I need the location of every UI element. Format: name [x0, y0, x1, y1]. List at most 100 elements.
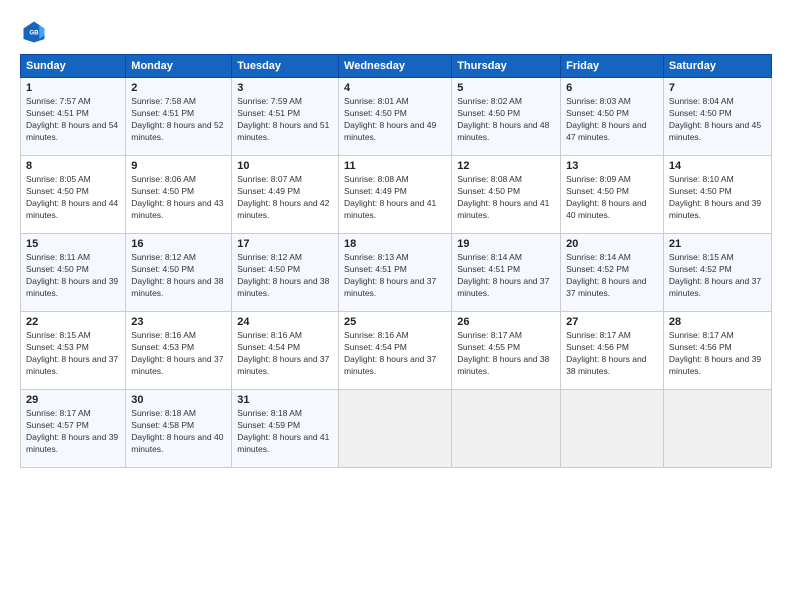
- day-cell: 3 Sunrise: 7:59 AMSunset: 4:51 PMDayligh…: [232, 78, 339, 156]
- day-cell: 10 Sunrise: 8:07 AMSunset: 4:49 PMDaylig…: [232, 156, 339, 234]
- day-info: Sunrise: 7:57 AMSunset: 4:51 PMDaylight:…: [26, 96, 118, 142]
- day-info: Sunrise: 8:17 AMSunset: 4:57 PMDaylight:…: [26, 408, 118, 454]
- day-info: Sunrise: 8:08 AMSunset: 4:50 PMDaylight:…: [457, 174, 549, 220]
- day-number: 17: [237, 238, 333, 250]
- day-cell: 20 Sunrise: 8:14 AMSunset: 4:52 PMDaylig…: [561, 234, 664, 312]
- day-number: 25: [344, 316, 446, 328]
- day-info: Sunrise: 8:18 AMSunset: 4:58 PMDaylight:…: [131, 408, 223, 454]
- day-number: 14: [669, 160, 766, 172]
- day-info: Sunrise: 8:07 AMSunset: 4:49 PMDaylight:…: [237, 174, 329, 220]
- week-row-2: 8 Sunrise: 8:05 AMSunset: 4:50 PMDayligh…: [21, 156, 772, 234]
- day-info: Sunrise: 8:01 AMSunset: 4:50 PMDaylight:…: [344, 96, 436, 142]
- day-number: 3: [237, 82, 333, 94]
- day-cell: 1 Sunrise: 7:57 AMSunset: 4:51 PMDayligh…: [21, 78, 126, 156]
- header-row: SundayMondayTuesdayWednesdayThursdayFrid…: [21, 55, 772, 78]
- day-number: 22: [26, 316, 120, 328]
- day-cell: 13 Sunrise: 8:09 AMSunset: 4:50 PMDaylig…: [561, 156, 664, 234]
- header-cell-sunday: Sunday: [21, 55, 126, 78]
- svg-text:GB: GB: [29, 30, 39, 37]
- day-info: Sunrise: 8:16 AMSunset: 4:54 PMDaylight:…: [344, 330, 436, 376]
- day-number: 19: [457, 238, 555, 250]
- day-number: 2: [131, 82, 226, 94]
- day-number: 7: [669, 82, 766, 94]
- day-info: Sunrise: 8:16 AMSunset: 4:53 PMDaylight:…: [131, 330, 223, 376]
- day-number: 10: [237, 160, 333, 172]
- day-info: Sunrise: 8:04 AMSunset: 4:50 PMDaylight:…: [669, 96, 761, 142]
- day-number: 31: [237, 394, 333, 406]
- day-info: Sunrise: 8:16 AMSunset: 4:54 PMDaylight:…: [237, 330, 329, 376]
- day-cell: 11 Sunrise: 8:08 AMSunset: 4:49 PMDaylig…: [339, 156, 452, 234]
- day-cell: 7 Sunrise: 8:04 AMSunset: 4:50 PMDayligh…: [663, 78, 771, 156]
- day-info: Sunrise: 8:14 AMSunset: 4:52 PMDaylight:…: [566, 252, 646, 298]
- header-cell-monday: Monday: [126, 55, 232, 78]
- day-cell: 18 Sunrise: 8:13 AMSunset: 4:51 PMDaylig…: [339, 234, 452, 312]
- header-cell-saturday: Saturday: [663, 55, 771, 78]
- day-info: Sunrise: 8:09 AMSunset: 4:50 PMDaylight:…: [566, 174, 646, 220]
- day-info: Sunrise: 8:06 AMSunset: 4:50 PMDaylight:…: [131, 174, 223, 220]
- header-cell-wednesday: Wednesday: [339, 55, 452, 78]
- day-info: Sunrise: 8:15 AMSunset: 4:53 PMDaylight:…: [26, 330, 118, 376]
- day-cell: 15 Sunrise: 8:11 AMSunset: 4:50 PMDaylig…: [21, 234, 126, 312]
- day-number: 9: [131, 160, 226, 172]
- day-cell: 8 Sunrise: 8:05 AMSunset: 4:50 PMDayligh…: [21, 156, 126, 234]
- day-number: 13: [566, 160, 658, 172]
- day-info: Sunrise: 8:12 AMSunset: 4:50 PMDaylight:…: [237, 252, 329, 298]
- week-row-4: 22 Sunrise: 8:15 AMSunset: 4:53 PMDaylig…: [21, 312, 772, 390]
- day-cell: 17 Sunrise: 8:12 AMSunset: 4:50 PMDaylig…: [232, 234, 339, 312]
- header-cell-friday: Friday: [561, 55, 664, 78]
- day-number: 15: [26, 238, 120, 250]
- day-cell: 22 Sunrise: 8:15 AMSunset: 4:53 PMDaylig…: [21, 312, 126, 390]
- day-cell: 4 Sunrise: 8:01 AMSunset: 4:50 PMDayligh…: [339, 78, 452, 156]
- day-number: 8: [26, 160, 120, 172]
- day-cell: 28 Sunrise: 8:17 AMSunset: 4:56 PMDaylig…: [663, 312, 771, 390]
- week-row-1: 1 Sunrise: 7:57 AMSunset: 4:51 PMDayligh…: [21, 78, 772, 156]
- logo: GB: [20, 18, 52, 46]
- day-cell: 19 Sunrise: 8:14 AMSunset: 4:51 PMDaylig…: [452, 234, 561, 312]
- day-number: 20: [566, 238, 658, 250]
- day-info: Sunrise: 8:08 AMSunset: 4:49 PMDaylight:…: [344, 174, 436, 220]
- day-cell: [561, 390, 664, 468]
- day-cell: 29 Sunrise: 8:17 AMSunset: 4:57 PMDaylig…: [21, 390, 126, 468]
- day-number: 26: [457, 316, 555, 328]
- day-info: Sunrise: 8:18 AMSunset: 4:59 PMDaylight:…: [237, 408, 329, 454]
- day-cell: [339, 390, 452, 468]
- day-info: Sunrise: 8:10 AMSunset: 4:50 PMDaylight:…: [669, 174, 761, 220]
- day-number: 18: [344, 238, 446, 250]
- day-number: 12: [457, 160, 555, 172]
- day-number: 1: [26, 82, 120, 94]
- day-cell: 25 Sunrise: 8:16 AMSunset: 4:54 PMDaylig…: [339, 312, 452, 390]
- calendar-table: SundayMondayTuesdayWednesdayThursdayFrid…: [20, 54, 772, 468]
- day-cell: 9 Sunrise: 8:06 AMSunset: 4:50 PMDayligh…: [126, 156, 232, 234]
- day-info: Sunrise: 8:12 AMSunset: 4:50 PMDaylight:…: [131, 252, 223, 298]
- day-info: Sunrise: 8:17 AMSunset: 4:56 PMDaylight:…: [566, 330, 646, 376]
- day-info: Sunrise: 8:17 AMSunset: 4:56 PMDaylight:…: [669, 330, 761, 376]
- day-cell: 6 Sunrise: 8:03 AMSunset: 4:50 PMDayligh…: [561, 78, 664, 156]
- header-cell-thursday: Thursday: [452, 55, 561, 78]
- day-cell: 26 Sunrise: 8:17 AMSunset: 4:55 PMDaylig…: [452, 312, 561, 390]
- day-number: 11: [344, 160, 446, 172]
- day-info: Sunrise: 8:13 AMSunset: 4:51 PMDaylight:…: [344, 252, 436, 298]
- day-cell: 14 Sunrise: 8:10 AMSunset: 4:50 PMDaylig…: [663, 156, 771, 234]
- day-cell: 31 Sunrise: 8:18 AMSunset: 4:59 PMDaylig…: [232, 390, 339, 468]
- day-number: 6: [566, 82, 658, 94]
- day-info: Sunrise: 8:15 AMSunset: 4:52 PMDaylight:…: [669, 252, 761, 298]
- day-info: Sunrise: 7:58 AMSunset: 4:51 PMDaylight:…: [131, 96, 223, 142]
- day-number: 23: [131, 316, 226, 328]
- day-cell: [663, 390, 771, 468]
- day-info: Sunrise: 8:03 AMSunset: 4:50 PMDaylight:…: [566, 96, 646, 142]
- week-row-5: 29 Sunrise: 8:17 AMSunset: 4:57 PMDaylig…: [21, 390, 772, 468]
- day-number: 21: [669, 238, 766, 250]
- day-cell: 27 Sunrise: 8:17 AMSunset: 4:56 PMDaylig…: [561, 312, 664, 390]
- logo-icon: GB: [20, 18, 48, 46]
- header: GB: [20, 18, 772, 46]
- day-info: Sunrise: 7:59 AMSunset: 4:51 PMDaylight:…: [237, 96, 329, 142]
- day-info: Sunrise: 8:05 AMSunset: 4:50 PMDaylight:…: [26, 174, 118, 220]
- day-cell: 21 Sunrise: 8:15 AMSunset: 4:52 PMDaylig…: [663, 234, 771, 312]
- page: GB SundayMondayTuesdayWednesdayThursdayF…: [0, 0, 792, 478]
- day-number: 30: [131, 394, 226, 406]
- week-row-3: 15 Sunrise: 8:11 AMSunset: 4:50 PMDaylig…: [21, 234, 772, 312]
- day-cell: 5 Sunrise: 8:02 AMSunset: 4:50 PMDayligh…: [452, 78, 561, 156]
- day-cell: 24 Sunrise: 8:16 AMSunset: 4:54 PMDaylig…: [232, 312, 339, 390]
- day-cell: [452, 390, 561, 468]
- day-cell: 23 Sunrise: 8:16 AMSunset: 4:53 PMDaylig…: [126, 312, 232, 390]
